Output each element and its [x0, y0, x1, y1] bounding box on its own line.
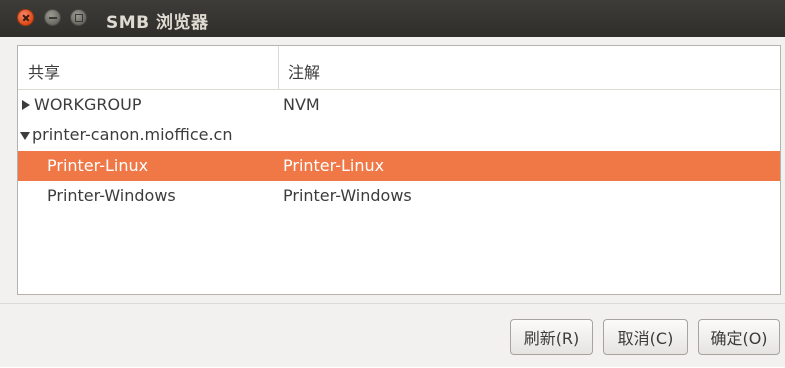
smb-browser-window: SMB 浏览器 共享 注解 WORKGROUP NVM printer-cano… [0, 0, 785, 367]
column-header-comment[interactable]: 注解 [288, 59, 320, 83]
share-comment: Printer-Linux [283, 156, 385, 175]
tree-row-printer-linux[interactable]: Printer-Linux Printer-Linux [18, 151, 780, 181]
share-comment: Printer-Windows [283, 186, 412, 205]
share-tree-view[interactable]: 共享 注解 WORKGROUP NVM printer-canon.mioffi… [17, 45, 781, 295]
minimize-icon[interactable] [44, 9, 61, 26]
close-icon[interactable] [17, 9, 34, 26]
dialog-button-bar: 刷新(R) 取消(C) 确定(O) [0, 303, 785, 368]
column-header-share[interactable]: 共享 [28, 59, 60, 83]
triangle-right-icon[interactable] [22, 100, 30, 110]
share-name: Printer-Linux [47, 156, 149, 175]
window-title: SMB 浏览器 [106, 13, 209, 33]
maximize-icon[interactable] [70, 9, 87, 26]
cancel-button[interactable]: 取消(C) [603, 319, 688, 355]
share-name: printer-canon.mioffice.cn [32, 125, 233, 144]
share-name: Printer-Windows [47, 186, 176, 205]
column-header-row: 共享 注解 [18, 46, 780, 90]
tree-row-workgroup[interactable]: WORKGROUP NVM [18, 90, 780, 120]
share-name: WORKGROUP [34, 95, 142, 114]
share-comment: NVM [283, 95, 320, 114]
title-bar[interactable]: SMB 浏览器 [0, 0, 785, 37]
ok-button[interactable]: 确定(O) [698, 319, 780, 355]
triangle-down-icon[interactable] [20, 132, 30, 140]
refresh-button[interactable]: 刷新(R) [510, 319, 593, 355]
tree-row-printer-windows[interactable]: Printer-Windows Printer-Windows [18, 181, 780, 211]
tree-row-printer-canon[interactable]: printer-canon.mioffice.cn [18, 120, 780, 150]
column-divider[interactable] [278, 46, 279, 90]
